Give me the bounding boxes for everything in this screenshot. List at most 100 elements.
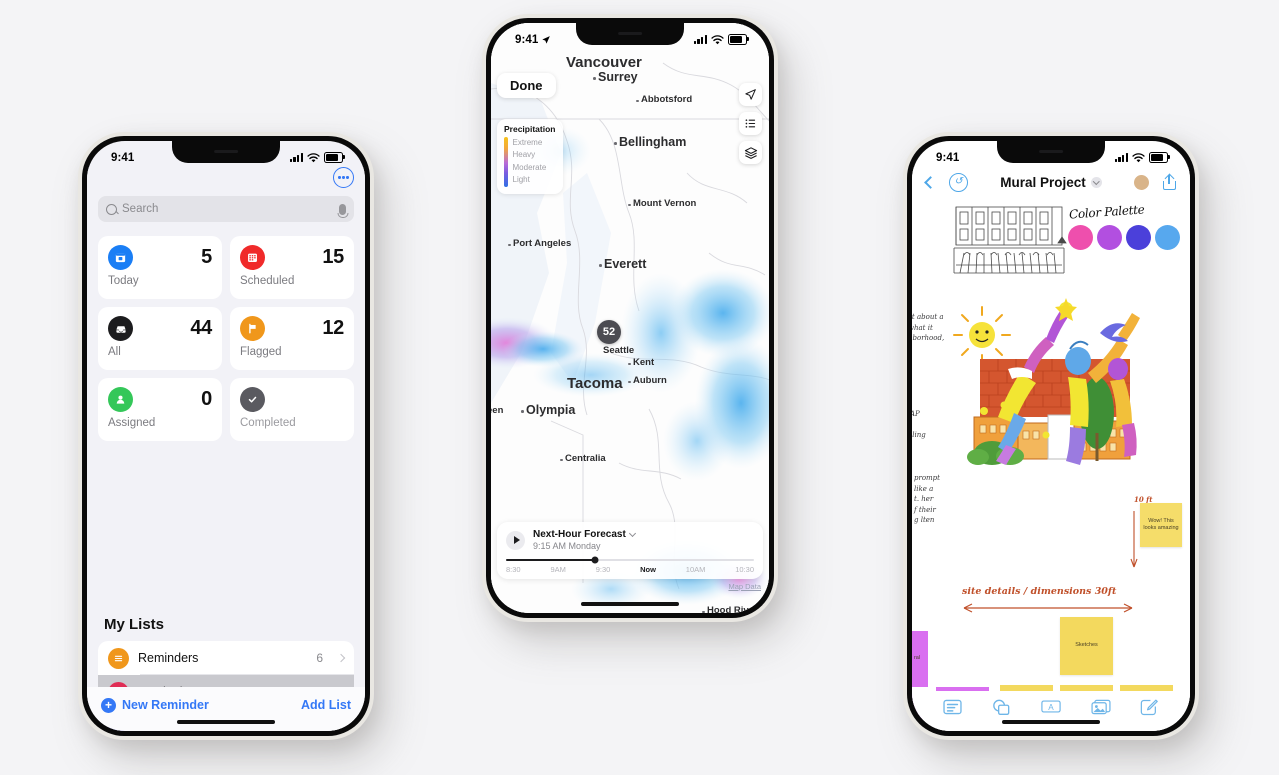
- cellular-bars-icon: [289, 153, 303, 162]
- status-time: 9:41: [515, 34, 551, 46]
- draw-tool-button[interactable]: [1140, 699, 1159, 716]
- map-label-tacoma: Tacoma: [567, 375, 623, 392]
- map-controls: [739, 83, 762, 164]
- tick-1: 9AM: [550, 565, 566, 574]
- list-item-reminders[interactable]: Reminders 6: [98, 641, 354, 675]
- color-swatch-pink[interactable]: [1068, 225, 1093, 250]
- phone-device-reminders: 9:41 Search 5 Today 15 Scheduled 44 All …: [78, 132, 374, 740]
- status-indicators: [1114, 152, 1170, 163]
- reminders-footer-bar: + New Reminder Add List: [87, 687, 365, 731]
- phone-screen-weather: Vancouver Surrey Abbotsford Bellingham M…: [491, 23, 769, 613]
- smart-card-flagged[interactable]: 12 Flagged: [230, 307, 354, 370]
- list-bullet-icon: [108, 647, 129, 669]
- color-swatch-indigo[interactable]: [1126, 225, 1151, 250]
- list-count: 6: [316, 651, 323, 665]
- collaborator-avatar[interactable]: [1134, 174, 1149, 190]
- plus-icon: +: [101, 697, 116, 713]
- color-swatch-blue[interactable]: [1155, 225, 1180, 250]
- battery-icon: [728, 34, 749, 45]
- smart-card-assigned[interactable]: 0 Assigned: [98, 378, 222, 441]
- play-button[interactable]: [506, 530, 525, 550]
- status-time: 9:41: [111, 151, 135, 164]
- handwritten-note-2: AP.lling.: [912, 410, 926, 450]
- more-options-button[interactable]: [333, 167, 354, 188]
- done-button[interactable]: Done: [497, 73, 556, 98]
- wifi-icon: [711, 34, 724, 44]
- home-indicator[interactable]: [1002, 720, 1100, 724]
- map-data-link[interactable]: Map Data: [728, 582, 761, 591]
- legend-gradient-bar: [504, 137, 508, 187]
- map-label-vancouver: Vancouver: [566, 54, 642, 71]
- timeline-scrubber[interactable]: [506, 556, 754, 564]
- chevron-down-icon[interactable]: [1090, 176, 1102, 188]
- smart-card-completed[interactable]: Completed: [230, 378, 354, 441]
- map-label-olympia: Olympia: [520, 403, 576, 417]
- tray-icon: [108, 316, 133, 341]
- new-reminder-button[interactable]: + New Reminder: [101, 697, 209, 713]
- color-swatch-purple[interactable]: [1097, 225, 1122, 250]
- forecast-title-row[interactable]: Next-Hour Forecast: [533, 529, 636, 540]
- map-label-seattle: Seattle: [603, 345, 635, 356]
- microphone-icon[interactable]: [339, 203, 346, 215]
- freeform-navigation-bar: ↺ Mural Project: [912, 167, 1190, 197]
- chevron-down-icon: [628, 529, 636, 538]
- freeform-canvas[interactable]: Color Palette ct about awhat ithborhood,…: [912, 197, 1190, 731]
- cellular-bars-icon: [693, 35, 707, 44]
- back-chevron-icon[interactable]: [924, 175, 937, 189]
- add-list-button[interactable]: Add List: [301, 698, 351, 712]
- forecast-title: Next-Hour Forecast: [533, 529, 626, 540]
- flag-icon: [240, 316, 265, 341]
- legend-level-extreme: Extreme: [512, 138, 543, 147]
- locate-me-button[interactable]: [739, 83, 762, 106]
- sticky-note-feedback[interactable]: Wow! This looks amazing: [1140, 503, 1182, 547]
- phone-screen-reminders: 9:41 Search 5 Today 15 Scheduled 44 All …: [87, 141, 365, 731]
- smart-card-label: Scheduled: [240, 275, 295, 287]
- map-layers-button[interactable]: [739, 141, 762, 164]
- home-indicator[interactable]: [177, 720, 275, 724]
- smart-card-count: 12: [322, 317, 344, 339]
- phone-bezel: 9:41 ↺ Mural Project Color Palette t abo…: [907, 136, 1195, 736]
- notch: [997, 141, 1105, 163]
- wifi-icon: [1132, 152, 1145, 162]
- undo-button[interactable]: ↺: [949, 172, 968, 192]
- list-icon: [745, 119, 756, 128]
- smart-card-scheduled[interactable]: 15 Scheduled: [230, 236, 354, 299]
- sticky-note-mural[interactable]: ral: [912, 631, 928, 687]
- layers-icon: [744, 146, 757, 159]
- status-time: 9:41: [936, 151, 960, 164]
- calendar-today-icon: [108, 245, 133, 270]
- page-title[interactable]: Mural Project: [968, 175, 1134, 190]
- text-tool-button[interactable]: A: [1041, 699, 1062, 715]
- map-label-port-angeles: Port Angeles: [507, 238, 572, 249]
- smart-card-today[interactable]: 5 Today: [98, 236, 222, 299]
- notch: [576, 23, 684, 45]
- legend-title: Precipitation: [504, 124, 556, 134]
- home-indicator[interactable]: [581, 602, 679, 606]
- checkmark-icon: [240, 387, 265, 412]
- share-icon[interactable]: [1163, 173, 1176, 190]
- handwritten-note-3: prompt like a t. her f their g lten: [914, 474, 940, 524]
- smart-card-all[interactable]: 44 All: [98, 307, 222, 370]
- legend-level-light: Light: [512, 175, 530, 185]
- legend-level-heavy: Heavy: [512, 150, 536, 160]
- forecast-subtitle: 9:15 AM Monday: [533, 541, 601, 551]
- building-sketch: [953, 206, 1067, 274]
- media-tool-button[interactable]: [1091, 699, 1111, 715]
- handwritten-dimensions: site details / dimensions 30ft: [962, 586, 1117, 597]
- phone-device-weather: Vancouver Surrey Abbotsford Bellingham M…: [482, 14, 778, 622]
- reminders-header: Search: [87, 167, 365, 222]
- phone-bezel: 9:41 Search 5 Today 15 Scheduled 44 All …: [82, 136, 370, 736]
- list-view-button[interactable]: [739, 112, 762, 135]
- tick-2: 9:30: [595, 565, 611, 574]
- temperature-badge-seattle[interactable]: 52: [597, 320, 621, 344]
- sticky-note-tool-button[interactable]: [943, 699, 962, 715]
- sticky-note-sketches[interactable]: Sketches: [1060, 617, 1113, 675]
- scrubber-knob[interactable]: [591, 556, 599, 564]
- smart-card-count: 0: [201, 388, 212, 410]
- search-placeholder: Search: [122, 203, 159, 215]
- shapes-tool-button[interactable]: [992, 699, 1011, 715]
- dimension-arrow: [963, 603, 1133, 613]
- smart-card-label: Completed: [240, 417, 296, 429]
- notch: [172, 141, 280, 163]
- search-input[interactable]: Search: [98, 196, 354, 222]
